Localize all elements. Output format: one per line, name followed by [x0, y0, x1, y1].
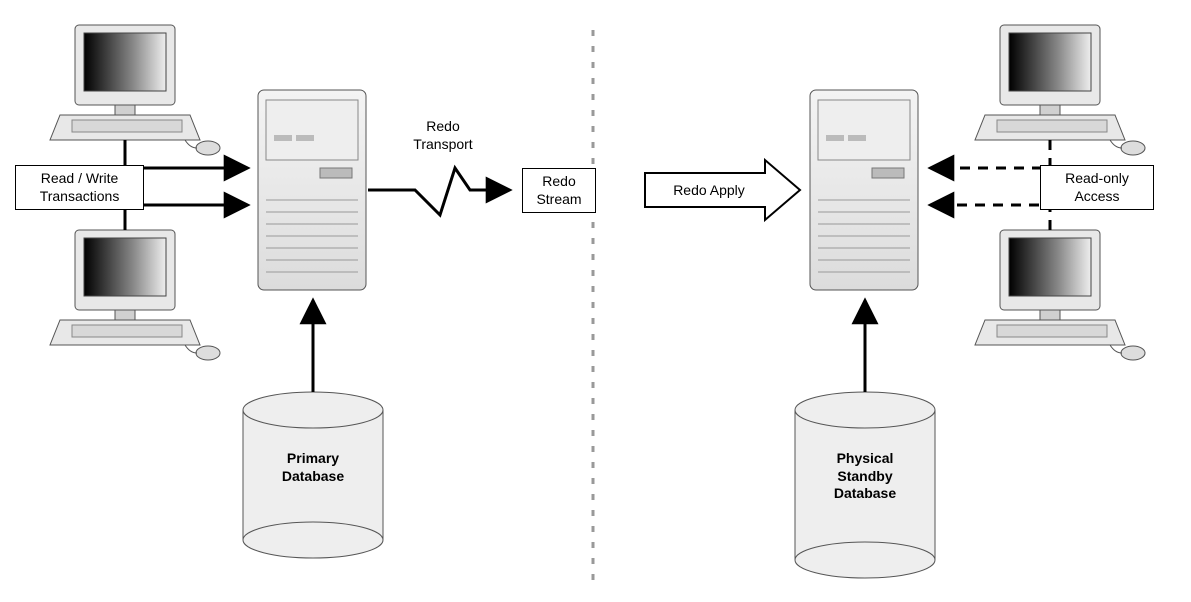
arrow-client-to-standby — [930, 140, 1050, 168]
redo-transport-arrow — [368, 168, 510, 215]
redo-apply-label: Redo Apply — [654, 182, 764, 200]
server-tower-icon — [258, 90, 366, 290]
read-write-transactions-label: Read / WriteTransactions — [15, 165, 144, 210]
redo-transport-label: RedoTransport — [398, 118, 488, 153]
workstation-icon — [975, 230, 1145, 360]
workstation-icon — [975, 25, 1145, 155]
server-tower-icon — [810, 90, 918, 290]
standby-database-label: PhysicalStandbyDatabase — [810, 450, 920, 503]
workstation-icon — [50, 230, 220, 360]
redo-stream-box: RedoStream — [522, 168, 596, 213]
workstation-icon — [50, 25, 220, 155]
primary-database-label: PrimaryDatabase — [258, 450, 368, 485]
diagram-svg — [0, 0, 1191, 602]
arrow-client-to-standby — [930, 205, 1050, 230]
arrow-client-to-server — [125, 140, 248, 168]
diagram-canvas: Read / WriteTransactions RedoTransport R… — [0, 0, 1191, 602]
read-only-access-label: Read-onlyAccess — [1040, 165, 1154, 210]
